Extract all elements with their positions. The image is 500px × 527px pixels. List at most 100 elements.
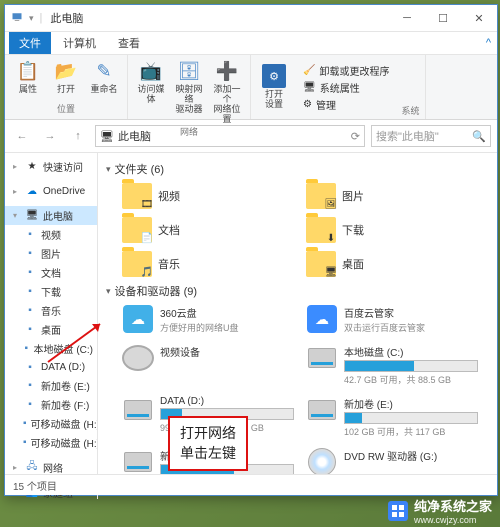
drive-icon bbox=[122, 396, 154, 424]
menubar: 文件 计算机 查看 ^ bbox=[5, 32, 497, 55]
tab-computer[interactable]: 计算机 bbox=[53, 32, 106, 54]
folder-item[interactable]: 🎵音乐 bbox=[120, 249, 294, 279]
media-icon: 📺 bbox=[139, 59, 163, 83]
star-icon: ★ bbox=[25, 160, 39, 174]
capacity-bar bbox=[344, 360, 478, 372]
folder-item[interactable]: 🖼图片 bbox=[304, 181, 478, 211]
pc-icon: 🖥 bbox=[25, 209, 39, 223]
nav-up-button[interactable]: ↑ bbox=[67, 125, 89, 147]
sidebar-item[interactable]: ▪新加卷 (F:) bbox=[5, 395, 97, 414]
pc-icon bbox=[11, 11, 23, 26]
nav-back-button[interactable]: ← bbox=[11, 125, 33, 147]
ribbon-mapdrive-button[interactable]: 🗄映射网络 驱动器 bbox=[172, 59, 206, 115]
drive-icon bbox=[306, 344, 338, 372]
addnet-icon: ➕ bbox=[215, 59, 239, 83]
folder-icon: 🎵 bbox=[122, 251, 152, 277]
section-folders-header[interactable]: ▾文件夹 (6) bbox=[106, 157, 489, 181]
folder-item[interactable]: ⬇下载 bbox=[304, 215, 478, 245]
sidebar-item[interactable]: ▪DATA (D:) bbox=[5, 358, 97, 376]
watermark: 纯净系统之家 www.cwjzy.com bbox=[388, 496, 492, 525]
status-text: 15 个项目 bbox=[13, 478, 57, 493]
sidebar-item[interactable]: ▪新加卷 (E:) bbox=[5, 376, 97, 395]
ribbon-group-location: 📋属性📂打开✎重命名 位置 bbox=[5, 55, 128, 119]
drive-item[interactable]: 本地磁盘 (C:)42.7 GB 可用，共 88.5 GB bbox=[304, 342, 478, 388]
item-icon: ▪ bbox=[23, 285, 37, 299]
item-icon: ▪ bbox=[23, 436, 27, 450]
minimize-button[interactable]: ─ bbox=[389, 5, 425, 31]
refresh-icon[interactable]: ⟳ bbox=[351, 130, 360, 143]
folder-icon: 🖼 bbox=[306, 183, 336, 209]
titlebar: ▾ | 此电脑 ─ ☐ ✕ bbox=[5, 5, 497, 32]
sidebar-item[interactable]: ▪可移动磁盘 (H:) bbox=[5, 433, 97, 452]
drive-icon bbox=[306, 448, 338, 476]
ribbon-addnet-button[interactable]: ➕添加一个 网络位置 bbox=[210, 59, 244, 125]
tab-file[interactable]: 文件 bbox=[9, 32, 51, 54]
ribbon-media-button[interactable]: 📺访问媒体 bbox=[134, 59, 168, 105]
item-icon: ▪ bbox=[23, 323, 37, 337]
watermark-logo-icon bbox=[388, 501, 408, 521]
sidebar: ▸★快速访问 ▸☁OneDrive ▾🖥此电脑 ▪视频▪图片▪文档▪下载▪音乐▪… bbox=[5, 153, 98, 499]
link-sysprops[interactable]: 🖥系统属性 bbox=[303, 80, 389, 95]
sidebar-item[interactable]: ▪可移动磁盘 (H:) bbox=[5, 414, 97, 433]
breadcrumb[interactable]: 此电脑 bbox=[118, 128, 151, 144]
drive-item[interactable]: 可移动磁盘 (H:)0.98 GB 可用，共 7.60 GB bbox=[120, 498, 294, 499]
sidebar-item[interactable]: ▪本地磁盘 (C:) bbox=[5, 339, 97, 358]
sidebar-this-pc[interactable]: ▾🖥此电脑 bbox=[5, 206, 97, 225]
drive-item[interactable]: 视频设备 bbox=[120, 342, 294, 388]
ribbon-system-links: 🧹卸载或更改程序 🖥系统属性 ⚙管理 bbox=[297, 59, 395, 116]
sidebar-item[interactable]: ▪桌面 bbox=[5, 320, 97, 339]
folder-icon: 📄 bbox=[122, 217, 152, 243]
qat-down-icon[interactable]: ▾ bbox=[29, 13, 34, 24]
folder-icon: 🖥 bbox=[306, 251, 336, 277]
sidebar-item[interactable]: ▪视频 bbox=[5, 225, 97, 244]
tab-view[interactable]: 查看 bbox=[108, 32, 150, 54]
ribbon-settings-button[interactable]: ⚙ 打开 设置 bbox=[257, 64, 291, 110]
search-input[interactable]: 搜索"此电脑" 🔍 bbox=[371, 125, 491, 147]
explorer-window: ▾ | 此电脑 ─ ☐ ✕ 文件 计算机 查看 ^ 📋属性📂打开✎重命名 位置 bbox=[4, 4, 498, 496]
folder-item[interactable]: 🖥桌面 bbox=[304, 249, 478, 279]
drive-item[interactable]: ☁百度云管家双击运行百度云管家 bbox=[304, 303, 478, 336]
maximize-button[interactable]: ☐ bbox=[425, 5, 461, 31]
item-icon: ▪ bbox=[23, 417, 27, 431]
item-icon: ▪ bbox=[23, 266, 37, 280]
sidebar-quick-access[interactable]: ▸★快速访问 bbox=[5, 157, 97, 176]
close-button[interactable]: ✕ bbox=[461, 5, 497, 31]
properties-icon: 📋 bbox=[16, 59, 40, 83]
link-manage[interactable]: ⚙管理 bbox=[303, 97, 389, 112]
address-bar[interactable]: 🖥 此电脑 ⟳ bbox=[95, 125, 365, 147]
sidebar-onedrive[interactable]: ▸☁OneDrive bbox=[5, 182, 97, 200]
content-pane[interactable]: ▾文件夹 (6) 🎞视频🖼图片📄文档⬇下载🎵音乐🖥桌面 ▾设备和驱动器 (9) … bbox=[98, 153, 497, 499]
ribbon-group-network: 📺访问媒体🗄映射网络 驱动器➕添加一个 网络位置 网络 bbox=[128, 55, 251, 119]
drive-icon bbox=[122, 448, 154, 476]
section-drives-header[interactable]: ▾设备和驱动器 (9) bbox=[106, 279, 489, 303]
rename-icon: ✎ bbox=[92, 59, 116, 83]
pc-icon: 🖥 bbox=[100, 130, 114, 143]
item-icon: ▪ bbox=[23, 342, 30, 356]
ribbon-group-system: ⚙ 打开 设置 🧹卸载或更改程序 🖥系统属性 ⚙管理 系统 bbox=[251, 55, 426, 119]
drive-item[interactable]: ☁360云盘方便好用的网络U盘 bbox=[120, 303, 294, 336]
link-uninstall[interactable]: 🧹卸载或更改程序 bbox=[303, 63, 389, 78]
item-icon: ▪ bbox=[23, 247, 37, 261]
sidebar-item[interactable]: ▪文档 bbox=[5, 263, 97, 282]
ribbon-open-button[interactable]: 📂打开 bbox=[49, 59, 83, 95]
uninstall-icon: 🧹 bbox=[303, 65, 315, 76]
ribbon-properties-button[interactable]: 📋属性 bbox=[11, 59, 45, 95]
folder-icon: 🎞 bbox=[122, 183, 152, 209]
open-icon: 📂 bbox=[54, 59, 78, 83]
manage-icon: ⚙ bbox=[303, 99, 312, 110]
folder-item[interactable]: 📄文档 bbox=[120, 215, 294, 245]
folder-icon: ⬇ bbox=[306, 217, 336, 243]
titlebar-sys: ▾ | bbox=[5, 11, 42, 26]
ribbon-toggle-icon[interactable]: ^ bbox=[486, 37, 497, 49]
address-row: ← → ↑ 🖥 此电脑 ⟳ 搜索"此电脑" 🔍 bbox=[5, 120, 497, 153]
ribbon-rename-button[interactable]: ✎重命名 bbox=[87, 59, 121, 95]
folder-item[interactable]: 🎞视频 bbox=[120, 181, 294, 211]
drive-item[interactable]: 新加卷 (E:)102 GB 可用，共 117 GB bbox=[304, 394, 478, 440]
sidebar-item[interactable]: ▪音乐 bbox=[5, 301, 97, 320]
ribbon: 📋属性📂打开✎重命名 位置 📺访问媒体🗄映射网络 驱动器➕添加一个 网络位置 网… bbox=[5, 55, 497, 120]
item-icon: ▪ bbox=[23, 398, 37, 412]
nav-forward-button[interactable]: → bbox=[39, 125, 61, 147]
sidebar-item[interactable]: ▪下载 bbox=[5, 282, 97, 301]
sidebar-item[interactable]: ▪图片 bbox=[5, 244, 97, 263]
statusbar: 15 个项目 bbox=[5, 474, 497, 495]
